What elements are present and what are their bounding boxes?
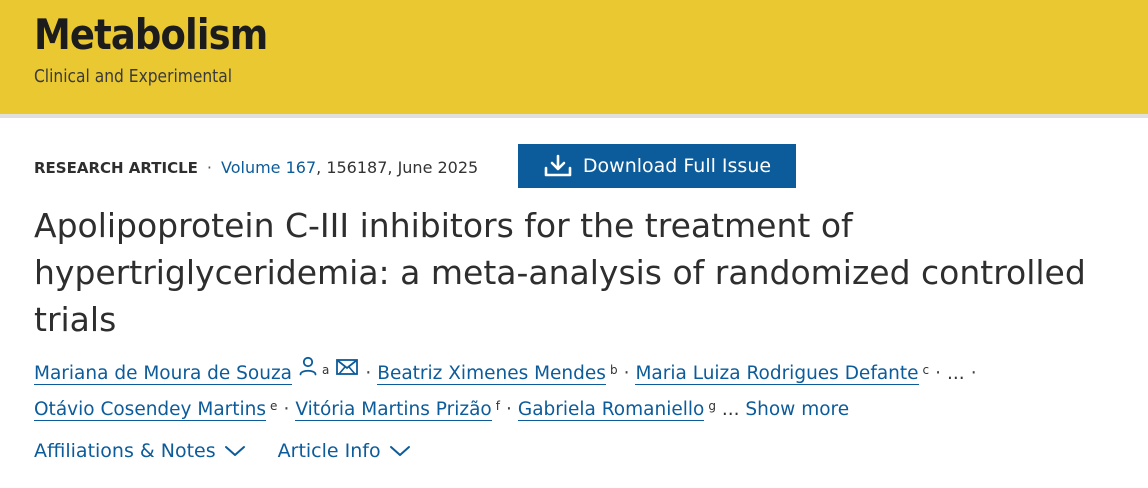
author-link[interactable]: Otávio Cosendey Martins [34, 399, 267, 421]
author-separator: · [365, 363, 372, 384]
affiliation-superscript: f [495, 399, 500, 413]
article-type: RESEARCH ARTICLE [34, 158, 198, 177]
author-ellipsis: ... [721, 399, 740, 420]
chevron-down-icon [389, 446, 410, 456]
affiliation-superscript: b [609, 363, 618, 377]
show-more-authors-link[interactable]: Show more [745, 399, 849, 420]
article-title: Apolipoprotein C-III inhibitors for the … [34, 206, 1086, 339]
article-info-label: Article Info [277, 440, 381, 462]
affiliation-superscript: c [922, 363, 930, 377]
article-info-toggle[interactable]: Article Info [278, 440, 411, 462]
person-icon[interactable] [298, 353, 318, 389]
author-link[interactable]: Mariana de Moura de Souza [34, 363, 292, 385]
author-link[interactable]: Vitória Martins Prizão [295, 399, 492, 421]
journal-title[interactable]: Metabolism [34, 10, 268, 59]
volume-link[interactable]: Volume 167 [221, 158, 316, 177]
journal-banner: Metabolism Clinical and Experimental [0, 0, 1148, 118]
affiliations-notes-toggle[interactable]: Affiliations & Notes [34, 440, 246, 462]
author-separator: · [505, 399, 512, 420]
affiliations-notes-label: Affiliations & Notes [34, 440, 216, 462]
chevron-down-icon [224, 446, 245, 456]
article-details: , 156187, June 2025 [316, 158, 479, 177]
download-button-label: Download Full Issue [582, 155, 772, 177]
author-separator: · [283, 399, 290, 420]
author-separator: · [935, 363, 942, 384]
author-link[interactable]: Gabriela Romaniello [517, 399, 705, 421]
author-ellipsis: ... [947, 363, 965, 384]
journal-subtitle: Clinical and Experimental [34, 66, 233, 87]
author-separator: · [970, 363, 977, 384]
article-meta-line: RESEARCH ARTICLE · Volume 167 , 156187, … [34, 158, 478, 177]
affiliation-superscript: e [270, 399, 278, 413]
affiliation-superscript: a [322, 363, 330, 377]
download-icon [544, 154, 572, 177]
mail-icon[interactable] [335, 353, 359, 389]
download-full-issue-button[interactable]: Download Full Issue [518, 144, 796, 188]
meta-separator: · [206, 158, 212, 177]
author-link[interactable]: Beatriz Ximenes Mendes [377, 363, 606, 385]
article-toggles: Affiliations & Notes Article Info [34, 440, 443, 462]
author-link[interactable]: Maria Luiza Rodrigues Defante [635, 363, 919, 385]
author-list: Mariana de Moura de Souza a · Beatriz Ximen… [34, 356, 1124, 428]
affiliation-superscript: g [708, 399, 716, 413]
author-separator: · [623, 363, 630, 384]
